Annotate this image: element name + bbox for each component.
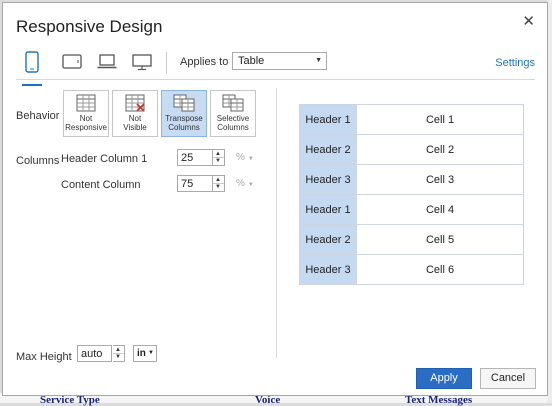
content-column-unit-dropdown[interactable]: % ▼ bbox=[236, 178, 254, 189]
behavior-option-label: Not bbox=[128, 114, 142, 123]
table-row: Header 3 Cell 3 bbox=[299, 164, 524, 195]
toolbar-separator bbox=[166, 52, 167, 74]
dialog-title: Responsive Design bbox=[16, 17, 163, 36]
chevron-up-icon[interactable]: ▲ bbox=[115, 347, 121, 353]
preview-header-cell: Header 3 bbox=[299, 254, 357, 285]
cancel-button[interactable]: Cancel bbox=[480, 368, 536, 389]
table-row: Header 2 Cell 2 bbox=[299, 134, 524, 165]
selective-columns-icon bbox=[222, 94, 244, 112]
behavior-option-label: Selective bbox=[216, 114, 250, 123]
max-height-input[interactable]: auto bbox=[77, 345, 112, 362]
desktop-icon[interactable] bbox=[132, 51, 152, 76]
chevron-down-icon: ▼ bbox=[247, 182, 254, 188]
behavior-option-label: Transpose bbox=[165, 114, 203, 123]
content-column-stepper[interactable]: ▲ ▼ bbox=[213, 175, 225, 192]
chevron-down-icon[interactable]: ▼ bbox=[115, 354, 121, 360]
table-row: Header 2 Cell 5 bbox=[299, 224, 524, 255]
preview-data-cell: Cell 2 bbox=[356, 134, 524, 165]
header-column-input[interactable]: 25 bbox=[177, 149, 213, 166]
max-height-stepper[interactable]: ▲ ▼ bbox=[113, 345, 125, 362]
panel-divider bbox=[276, 88, 277, 358]
chevron-down-icon: ▼ bbox=[315, 57, 322, 64]
behavior-option-label: Responsive bbox=[65, 123, 107, 132]
behavior-transpose-columns-button[interactable]: Transpose Columns bbox=[161, 90, 207, 137]
max-height-unit: in bbox=[137, 348, 146, 359]
header-column-stepper[interactable]: ▲ ▼ bbox=[213, 149, 225, 166]
header-divider bbox=[16, 79, 535, 80]
table-row: Header 1 Cell 4 bbox=[299, 194, 524, 225]
preview-data-cell: Cell 5 bbox=[356, 224, 524, 255]
close-icon[interactable]: ✕ bbox=[522, 12, 535, 30]
max-height-unit-dropdown[interactable]: in ▼ bbox=[133, 345, 157, 362]
transpose-columns-icon bbox=[173, 94, 195, 112]
behavior-option-label: Columns bbox=[168, 123, 200, 132]
chevron-down-icon: ▼ bbox=[148, 350, 154, 356]
preview-header-cell: Header 2 bbox=[299, 134, 357, 165]
max-height-label: Max Height bbox=[16, 351, 72, 363]
chevron-down-icon[interactable]: ▼ bbox=[215, 184, 221, 190]
header-column-unit-dropdown[interactable]: % ▼ bbox=[236, 152, 254, 163]
preview-header-cell: Header 1 bbox=[299, 104, 357, 135]
preview-data-cell: Cell 1 bbox=[356, 104, 524, 135]
table-row: Header 1 Cell 1 bbox=[299, 104, 524, 135]
header-column-unit: % bbox=[236, 152, 245, 163]
table-hidden-icon bbox=[125, 94, 145, 112]
settings-link[interactable]: Settings bbox=[495, 57, 535, 69]
preview-header-cell: Header 1 bbox=[299, 194, 357, 225]
preview-data-cell: Cell 6 bbox=[356, 254, 524, 285]
content-column-unit: % bbox=[236, 178, 245, 189]
behavior-not-visible-button[interactable]: Not Visible bbox=[112, 90, 158, 137]
applies-to-label: Applies to bbox=[180, 56, 229, 68]
apply-button[interactable]: Apply bbox=[416, 368, 472, 389]
behavior-selective-columns-button[interactable]: Selective Columns bbox=[210, 90, 256, 137]
behavior-label: Behavior bbox=[16, 110, 60, 122]
phone-icon[interactable] bbox=[22, 51, 42, 86]
laptop-icon[interactable] bbox=[97, 51, 117, 75]
chevron-up-icon[interactable]: ▲ bbox=[215, 177, 221, 183]
chevron-down-icon[interactable]: ▼ bbox=[215, 158, 221, 164]
applies-to-value: Table bbox=[238, 55, 265, 67]
applies-to-dropdown[interactable]: Table ▼ bbox=[232, 52, 327, 70]
preview-table: Header 1 Cell 1 Header 2 Cell 2 Header 3 Cell… bbox=[299, 104, 524, 285]
table-grid-icon bbox=[76, 94, 96, 112]
preview-data-cell: Cell 4 bbox=[356, 194, 524, 225]
behavior-not-responsive-button[interactable]: Not Responsive bbox=[63, 90, 109, 137]
preview-data-cell: Cell 3 bbox=[356, 164, 524, 195]
behavior-option-label: Visible bbox=[123, 123, 147, 132]
preview-header-cell: Header 3 bbox=[299, 164, 357, 195]
responsive-design-dialog: Responsive Design ✕ Applies to Table ▼ S… bbox=[2, 2, 548, 396]
content-column-label: Content Column bbox=[61, 179, 141, 191]
behavior-option-label: Not bbox=[79, 114, 93, 123]
columns-label: Columns bbox=[16, 155, 60, 167]
tablet-icon[interactable] bbox=[62, 51, 82, 75]
chevron-up-icon[interactable]: ▲ bbox=[215, 151, 221, 157]
chevron-down-icon: ▼ bbox=[247, 156, 254, 162]
table-row: Header 3 Cell 6 bbox=[299, 254, 524, 285]
content-column-input[interactable]: 75 bbox=[177, 175, 213, 192]
preview-header-cell: Header 2 bbox=[299, 224, 357, 255]
behavior-option-label: Columns bbox=[217, 123, 249, 132]
header-column-label: Header Column 1 bbox=[61, 153, 148, 165]
